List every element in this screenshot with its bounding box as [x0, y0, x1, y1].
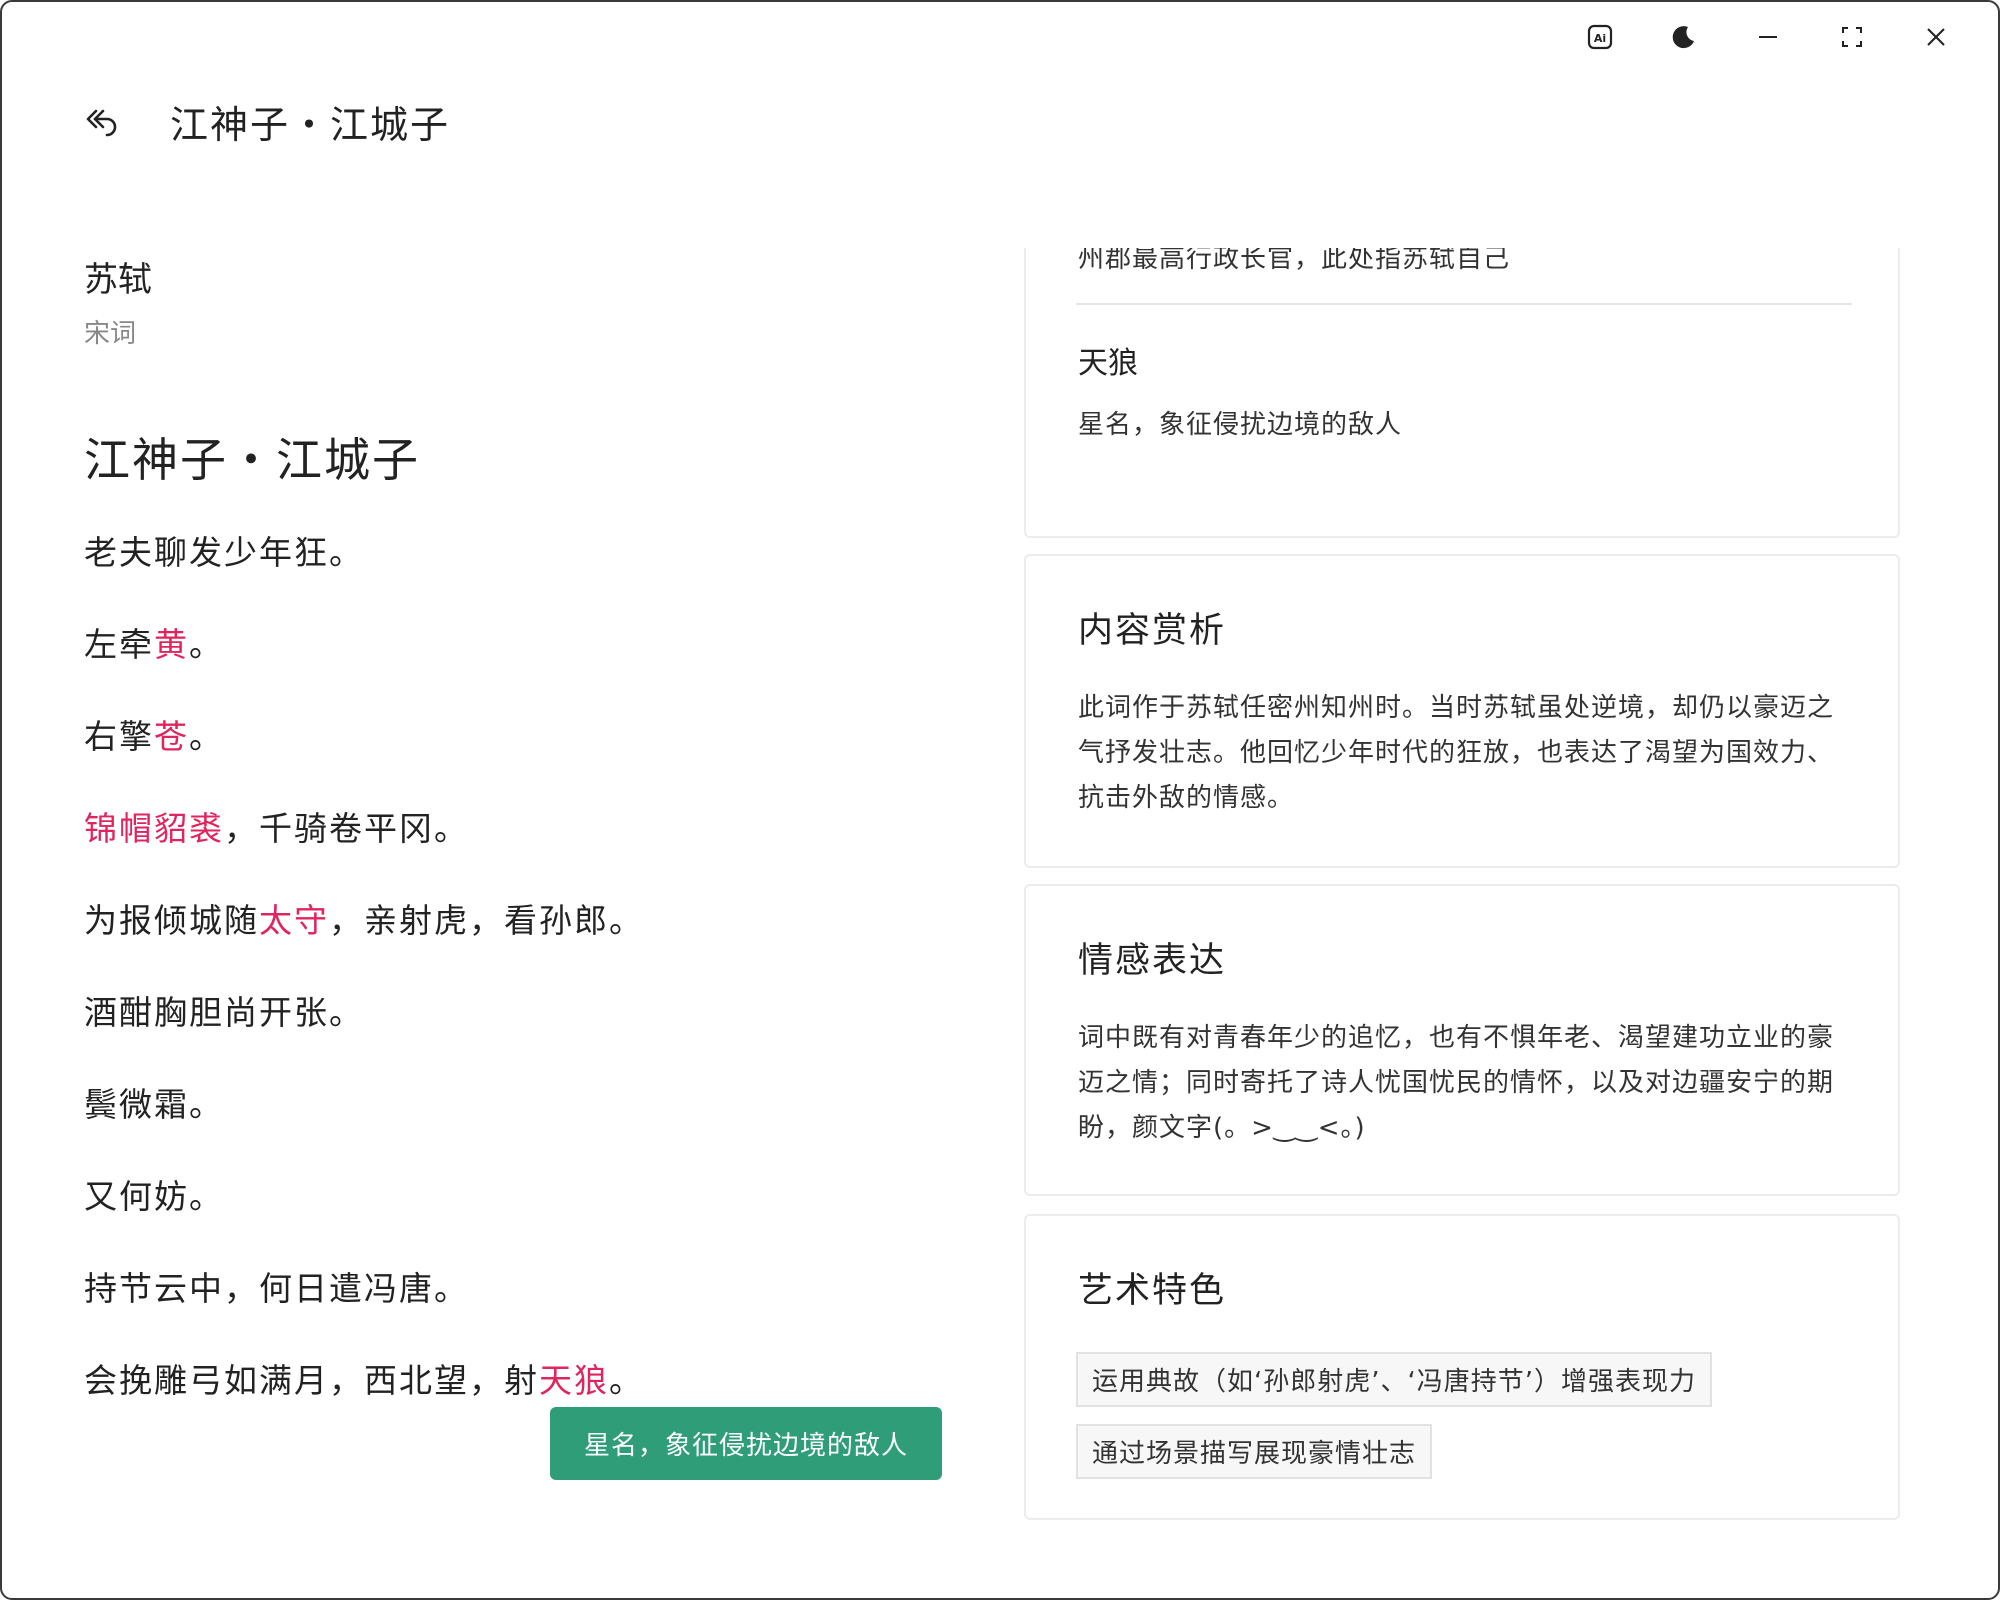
poem-text: 右擎	[84, 717, 154, 756]
ai-icon: Ai	[1587, 24, 1613, 50]
info-panel[interactable]: 太守 州郡最高行政长官，此处指苏轼自己 天狼 星名，象征侵扰边境的敌人 内容赏析…	[1024, 248, 1900, 1528]
page-title: 江神子・江城子	[170, 103, 451, 147]
emotion-body: 词中既有对青春年少的追忆，也有不惧年老、渴望建功立业的豪迈之情；同时寄托了诗人忧…	[1078, 1023, 1835, 1143]
poem-line: 又何妨。	[84, 1174, 964, 1266]
back-button[interactable]	[82, 102, 122, 142]
moon-icon	[1672, 26, 1694, 49]
emotion-title: 情感表达	[1078, 941, 1227, 981]
close-icon	[1927, 28, 1945, 46]
poem-text: 又何妨。	[84, 1177, 224, 1216]
annotated-term[interactable]: 苍	[154, 717, 189, 756]
note-item: 天狼 星名，象征侵扰边境的敌人	[1078, 338, 1852, 441]
poem-line: 老夫聊发少年狂。	[84, 530, 964, 622]
poem-text: 鬓微霜。	[84, 1085, 224, 1124]
poem-line: 右擎苍。	[84, 714, 964, 806]
poem-dynasty: 宋词	[84, 319, 137, 349]
note-definition: 星名，象征侵扰边境的敌人	[1078, 410, 1403, 440]
analysis-title: 内容赏析	[1078, 611, 1227, 651]
minimize-icon	[1759, 36, 1777, 38]
poem-text: 会挽雕弓如满月，西北望，射	[84, 1361, 539, 1400]
note-definition: 州郡最高行政长官，此处指苏轼自己	[1078, 248, 1511, 274]
art-tag: 通过场景描写展现豪情壮志	[1076, 1424, 1433, 1479]
app-window: Ai 江神子・江城子 苏轼 宋词 江神子・江城子 老夫聊发少年狂。 左牵黄。 右…	[0, 0, 2000, 1600]
annotation-tooltip: 星名，象征侵扰边境的敌人	[550, 1407, 942, 1480]
poem-title: 江神子・江城子	[84, 433, 420, 487]
poem-text: 为报倾城随	[84, 901, 259, 940]
art-card: 艺术特色 运用典故（如‘孙郎射虎’、‘冯唐持节’）增强表现力 通过场景描写展现豪…	[1024, 1214, 1900, 1520]
art-title: 艺术特色	[1078, 1271, 1227, 1311]
annotated-term[interactable]: 天狼	[539, 1361, 609, 1400]
emotion-card: 情感表达 词中既有对青春年少的追忆，也有不惧年老、渴望建功立业的豪迈之情；同时寄…	[1024, 884, 1900, 1196]
poem-line: 酒酣胸胆尚开张。	[84, 990, 964, 1082]
minimize-button[interactable]	[1726, 16, 1810, 58]
poem-text: ，千骑卷平冈。	[224, 809, 469, 848]
poem-text: 老夫聊发少年狂。	[84, 533, 364, 572]
maximize-icon	[1842, 27, 1862, 47]
svg-text:Ai: Ai	[1594, 32, 1606, 45]
close-button[interactable]	[1894, 16, 1978, 58]
poem-text: 酒酣胸胆尚开张。	[84, 993, 364, 1032]
poem-text: ，亲射虎，看孙郎。	[329, 901, 644, 940]
poem-line: 鬓微霜。	[84, 1082, 964, 1174]
poem-line: 锦帽貂裘，千骑卷平冈。	[84, 806, 964, 898]
analysis-body: 此词作于苏轼任密州知州时。当时苏轼虽处逆境，却仍以豪迈之气抒发壮志。他回忆少年时…	[1078, 693, 1835, 813]
note-item: 太守 州郡最高行政长官，此处指苏轼自己	[1078, 248, 1852, 275]
poem-text: 左牵	[84, 625, 154, 664]
page-header: 江神子・江城子	[82, 94, 450, 149]
poem-panel: 苏轼 宋词 江神子・江城子 老夫聊发少年狂。 左牵黄。 右擎苍。 锦帽貂裘，千骑卷平冈…	[84, 252, 964, 1450]
poem-author: 苏轼	[84, 260, 152, 300]
poem-text: 持节云中，何日遣冯唐。	[84, 1269, 469, 1308]
notes-card: 太守 州郡最高行政长官，此处指苏轼自己 天狼 星名，象征侵扰边境的敌人	[1024, 248, 1900, 538]
analysis-card: 内容赏析 此词作于苏轼任密州知州时。当时苏轼虽处逆境，却仍以豪迈之气抒发壮志。他…	[1024, 554, 1900, 868]
poem-line: 为报倾城随太守，亲射虎，看孙郎。	[84, 898, 964, 990]
poem-body: 老夫聊发少年狂。 左牵黄。 右擎苍。 锦帽貂裘，千骑卷平冈。 为报倾城随太守，亲射虎，看…	[84, 530, 964, 1450]
dark-mode-button[interactable]	[1642, 16, 1726, 58]
art-tag: 运用典故（如‘孙郎射虎’、‘冯唐持节’）增强表现力	[1076, 1352, 1713, 1407]
annotated-term[interactable]: 黄	[154, 625, 189, 664]
poem-line: 左牵黄。	[84, 622, 964, 714]
poem-text: 。	[609, 1361, 644, 1400]
ai-assistant-button[interactable]: Ai	[1558, 16, 1642, 58]
note-divider	[1076, 303, 1852, 305]
annotated-term[interactable]: 太守	[259, 901, 329, 940]
window-controls: Ai	[1558, 16, 1978, 58]
maximize-button[interactable]	[1810, 16, 1894, 58]
poem-text: 。	[189, 625, 224, 664]
poem-text: 。	[189, 717, 224, 756]
back-arrow-icon	[86, 109, 117, 136]
poem-line: 持节云中，何日遣冯唐。	[84, 1266, 964, 1358]
annotated-term[interactable]: 锦帽貂裘	[84, 809, 224, 848]
note-term: 天狼	[1078, 346, 1138, 381]
